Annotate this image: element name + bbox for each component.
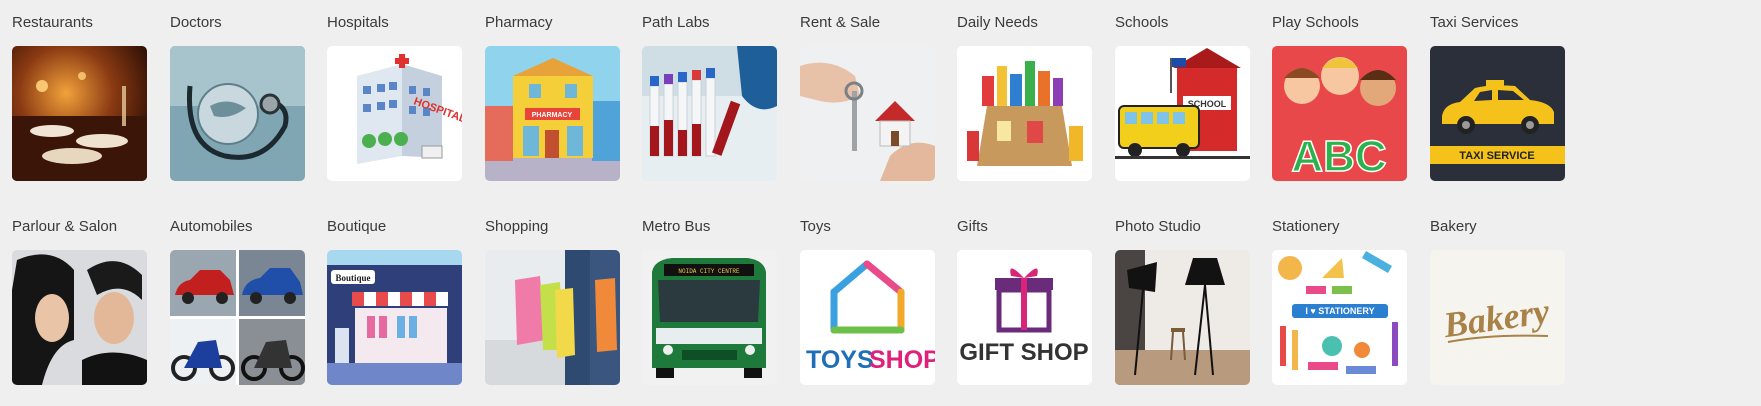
category-path-labs[interactable]: Path Labs bbox=[642, 12, 792, 181]
svg-text:GIFT SHOP: GIFT SHOP bbox=[959, 339, 1088, 366]
boutique-shop-illustration-icon[interactable]: Boutique bbox=[327, 250, 462, 385]
hospital-building-illustration-icon[interactable]: HOSPITAL bbox=[327, 46, 462, 181]
category-label: Bakery bbox=[1430, 218, 1477, 235]
category-schools[interactable]: Schools SCHOOL bbox=[1115, 12, 1265, 181]
category-parlour-salon[interactable]: Parlour & Salon bbox=[12, 216, 162, 385]
category-label: Shopping bbox=[485, 218, 549, 235]
category-pharmacy[interactable]: Pharmacy PHARMACY bbox=[485, 12, 635, 181]
category-label: Hospitals bbox=[327, 14, 389, 31]
cars-bikes-collage-icon[interactable] bbox=[170, 250, 305, 385]
category-label: Daily Needs bbox=[957, 14, 1038, 31]
category-label: Metro Bus bbox=[642, 218, 711, 235]
category-label: Rent & Sale bbox=[800, 14, 881, 31]
kids-abc-illustration-icon[interactable]: ABC bbox=[1272, 46, 1407, 181]
category-label: Schools bbox=[1115, 14, 1169, 31]
svg-text:I ♥ STATIONERY: I ♥ STATIONERY bbox=[1305, 306, 1374, 316]
gift-shop-logo-icon[interactable]: GIFT SHOP bbox=[957, 250, 1092, 385]
category-label: Stationery bbox=[1272, 218, 1340, 235]
photo-studio-lights-icon[interactable] bbox=[1115, 250, 1250, 385]
stethoscope-globe-photo-icon[interactable] bbox=[170, 46, 305, 181]
svg-text:PHARMACY: PHARMACY bbox=[532, 112, 573, 119]
category-row-1: Restaurants Doctors Hospitals HOSPITAL P… bbox=[0, 12, 1761, 202]
category-row-2: Parlour & Salon Automobiles Boutique Bou… bbox=[0, 216, 1761, 406]
test-tubes-photo-icon[interactable] bbox=[642, 46, 777, 181]
shopping-bags-photo-icon[interactable] bbox=[485, 250, 620, 385]
green-bus-photo-icon[interactable]: NOIDA CITY CENTRE bbox=[642, 250, 777, 385]
salon-models-photo-icon[interactable] bbox=[12, 250, 147, 385]
category-label: Gifts bbox=[957, 218, 988, 235]
category-label: Boutique bbox=[327, 218, 387, 235]
category-taxi-services[interactable]: Taxi Services TAXI SERVICE bbox=[1430, 12, 1580, 181]
category-label: Automobiles bbox=[170, 218, 253, 235]
house-key-photo-icon[interactable] bbox=[800, 46, 935, 181]
category-automobiles[interactable]: Automobiles bbox=[170, 216, 320, 385]
restaurant-photo-icon[interactable] bbox=[12, 46, 147, 181]
category-play-schools[interactable]: Play Schools ABC bbox=[1272, 12, 1422, 181]
category-label: Restaurants bbox=[12, 14, 93, 31]
category-label: Path Labs bbox=[642, 14, 710, 31]
stationery-items-illustration-icon[interactable]: I ♥ STATIONERY bbox=[1272, 250, 1407, 385]
pharmacy-shop-illustration-icon[interactable]: PHARMACY bbox=[485, 46, 620, 181]
category-gifts[interactable]: Gifts GIFT SHOP bbox=[957, 216, 1107, 385]
category-label: Toys bbox=[800, 218, 831, 235]
category-stationery[interactable]: Stationery I ♥ STATIONERY bbox=[1272, 216, 1422, 385]
category-hospitals[interactable]: Hospitals HOSPITAL bbox=[327, 12, 477, 181]
category-restaurants[interactable]: Restaurants bbox=[12, 12, 162, 181]
svg-text:SHOP: SHOP bbox=[869, 346, 935, 374]
category-label: Doctors bbox=[170, 14, 222, 31]
category-boutique[interactable]: Boutique Boutique bbox=[327, 216, 477, 385]
category-metro-bus[interactable]: Metro Bus NOIDA CITY CENTRE bbox=[642, 216, 792, 385]
svg-text:Boutique: Boutique bbox=[335, 273, 370, 283]
category-daily-needs[interactable]: Daily Needs bbox=[957, 12, 1107, 181]
category-label: Parlour & Salon bbox=[12, 218, 118, 235]
category-doctors[interactable]: Doctors bbox=[170, 12, 320, 181]
category-rent-sale[interactable]: Rent & Sale bbox=[800, 12, 950, 181]
taxi-car-illustration-icon[interactable]: TAXI SERVICE bbox=[1430, 46, 1565, 181]
bakery-script-logo-icon[interactable]: Bakery bbox=[1430, 250, 1565, 385]
groceries-photo-icon[interactable] bbox=[957, 46, 1092, 181]
svg-text:ABC: ABC bbox=[1291, 132, 1386, 181]
svg-text:TAXI SERVICE: TAXI SERVICE bbox=[1459, 150, 1534, 162]
category-grid: Restaurants Doctors Hospitals HOSPITAL P… bbox=[0, 0, 1761, 402]
category-photo-studio[interactable]: Photo Studio bbox=[1115, 216, 1265, 385]
toys-shop-logo-icon[interactable]: TOYS SHOP bbox=[800, 250, 935, 385]
category-label: Play Schools bbox=[1272, 14, 1359, 31]
svg-text:NOIDA CITY CENTRE: NOIDA CITY CENTRE bbox=[678, 268, 740, 275]
school-bus-illustration-icon[interactable]: SCHOOL bbox=[1115, 46, 1250, 181]
svg-text:TOYS: TOYS bbox=[806, 346, 874, 374]
category-toys[interactable]: Toys TOYS SHOP bbox=[800, 216, 950, 385]
category-bakery[interactable]: Bakery Bakery bbox=[1430, 216, 1580, 385]
category-label: Photo Studio bbox=[1115, 218, 1201, 235]
category-shopping[interactable]: Shopping bbox=[485, 216, 635, 385]
category-label: Taxi Services bbox=[1430, 14, 1519, 31]
category-label: Pharmacy bbox=[485, 14, 553, 31]
